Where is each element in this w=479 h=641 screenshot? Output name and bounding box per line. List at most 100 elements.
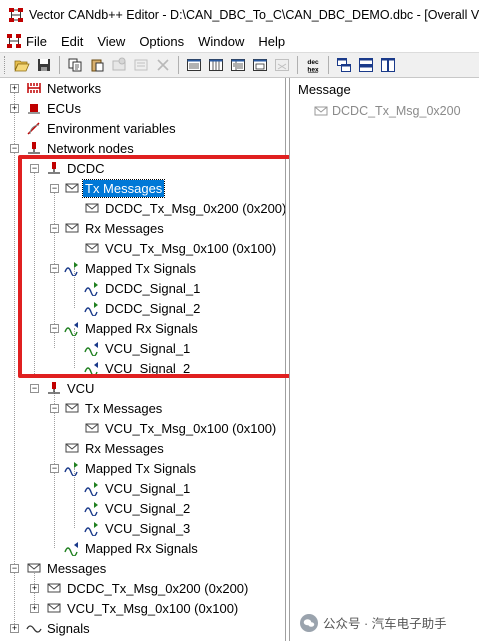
- dec-hex-button[interactable]: dec hex: [302, 54, 324, 76]
- collapse-dcdc-mapped-rx-button[interactable]: −: [50, 324, 59, 333]
- tree-item-dcdc-vcu-signal-2[interactable]: VCU_Signal_2: [84, 358, 192, 378]
- message-envelope-icon: [46, 600, 62, 616]
- tree-item-vcu-rx-messages[interactable]: Rx Messages: [64, 438, 166, 458]
- expand-ecus-button[interactable]: +: [10, 104, 19, 113]
- collapse-vcu-mapped-tx-button[interactable]: −: [50, 464, 59, 473]
- tree-item-environment-variables[interactable]: Environment variables: [26, 118, 178, 138]
- tree-label: Tx Messages: [85, 400, 163, 416]
- tree-item-networks[interactable]: Networks: [26, 78, 103, 98]
- tree-item-signals[interactable]: Signals: [26, 618, 92, 638]
- tile-vertical-button[interactable]: [377, 54, 399, 76]
- tree-item-vcu-tx-messages[interactable]: Tx Messages: [64, 398, 164, 418]
- tree-label: VCU_Signal_3: [105, 520, 191, 536]
- toolbar-grip[interactable]: [4, 56, 7, 74]
- signal-tx-icon: [84, 280, 100, 296]
- view-disabled-button[interactable]: [271, 54, 293, 76]
- tree-item-dcdc-mapped-tx-signals[interactable]: Mapped Tx Signals: [64, 258, 198, 278]
- paste-button[interactable]: [86, 54, 108, 76]
- tree-item-dcdc-rx-messages[interactable]: Rx Messages: [64, 218, 166, 238]
- document-system-icon[interactable]: [6, 33, 22, 49]
- delete-icon: [157, 59, 169, 71]
- message-envelope-icon: [84, 200, 100, 216]
- tree-item-ecus[interactable]: ECUs: [26, 98, 83, 118]
- message-list-item[interactable]: DCDC_Tx_Msg_0x200: [314, 104, 461, 118]
- tree-item-vcu-mapped-tx-signals[interactable]: Mapped Tx Signals: [64, 458, 198, 478]
- tree-item-message-dcdc[interactable]: DCDC_Tx_Msg_0x200 (0x200): [46, 578, 250, 598]
- tree-item-network-nodes[interactable]: Network nodes: [26, 138, 136, 158]
- collapse-network-nodes-button[interactable]: −: [10, 144, 19, 153]
- mapped-rx-signal-icon: [64, 320, 80, 336]
- expand-signals-button[interactable]: +: [10, 624, 19, 633]
- tree-label: DCDC: [67, 160, 105, 176]
- tree-item-message-vcu[interactable]: VCU_Tx_Msg_0x100 (0x100): [46, 598, 240, 618]
- save-button[interactable]: [33, 54, 55, 76]
- tree-item-vcu-mapped-rx-signals[interactable]: Mapped Rx Signals: [64, 538, 200, 558]
- paste-icon: [91, 59, 104, 72]
- tree-item-dcdc-vcu-signal-1[interactable]: VCU_Signal_1: [84, 338, 192, 358]
- expand-msg2-button[interactable]: +: [30, 604, 39, 613]
- tree-item-messages[interactable]: Messages: [26, 558, 108, 578]
- collapse-vcu-button[interactable]: −: [30, 384, 39, 393]
- menu-window[interactable]: Window: [191, 34, 251, 49]
- tree-item-dcdc-mapped-rx-signals[interactable]: Mapped Rx Signals: [64, 318, 200, 338]
- message-envelope-icon: [64, 220, 80, 236]
- delete-button[interactable]: [152, 54, 174, 76]
- signal-tx-icon: [84, 300, 100, 316]
- tree-label: Messages: [47, 560, 107, 576]
- overall-view-tree[interactable]: + Networks + ECUs Environment variables …: [0, 78, 286, 641]
- tree-item-dcdc-rx-msg[interactable]: VCU_Tx_Msg_0x100 (0x100): [84, 238, 278, 258]
- open-button[interactable]: [11, 54, 33, 76]
- cascade-button[interactable]: [333, 54, 355, 76]
- collapse-dcdc-rx-messages-button[interactable]: −: [50, 224, 59, 233]
- copy-button[interactable]: [64, 54, 86, 76]
- tree-label: Rx Messages: [85, 220, 164, 236]
- menu-help[interactable]: Help: [251, 34, 292, 49]
- properties-button[interactable]: [108, 54, 130, 76]
- toolbar: dec hex: [0, 52, 479, 78]
- signal-tx-icon: [84, 520, 100, 536]
- watermark-text: 公众号 · 汽车电子助手: [323, 617, 447, 631]
- dec-hex-icon: dec hex: [307, 59, 319, 73]
- tree-item-vcu-signal-1[interactable]: VCU_Signal_1: [84, 478, 192, 498]
- network-icon: [26, 80, 42, 96]
- collapse-messages-button[interactable]: −: [10, 564, 19, 573]
- expand-msg1-button[interactable]: +: [30, 584, 39, 593]
- edit-disabled-button[interactable]: [130, 54, 152, 76]
- open-icon: [14, 60, 30, 72]
- column-header-message[interactable]: Message: [298, 82, 351, 97]
- menu-file[interactable]: File: [26, 34, 54, 49]
- message-envelope-icon: [314, 106, 328, 116]
- tree-item-dcdc-signal-1[interactable]: DCDC_Signal_1: [84, 278, 202, 298]
- view-table-button[interactable]: [205, 54, 227, 76]
- tree-item-vcu-signal-3[interactable]: VCU_Signal_3: [84, 518, 192, 538]
- tree-label: VCU_Tx_Msg_0x100 (0x100): [67, 600, 239, 616]
- tree-item-dcdc-tx-msg[interactable]: DCDC_Tx_Msg_0x200 (0x200): [84, 198, 285, 218]
- tree-item-vcu-signal-2[interactable]: VCU_Signal_2: [84, 498, 192, 518]
- collapse-dcdc-mapped-tx-button[interactable]: −: [50, 264, 59, 273]
- menu-edit[interactable]: Edit: [54, 34, 90, 49]
- collapse-dcdc-button[interactable]: −: [30, 164, 39, 173]
- tree-label: Tx Messages: [81, 178, 166, 198]
- tree-item-vcu-tx-msg[interactable]: VCU_Tx_Msg_0x100 (0x100): [84, 418, 278, 438]
- view-detail-button[interactable]: [227, 54, 249, 76]
- collapse-vcu-tx-messages-button[interactable]: −: [50, 404, 59, 413]
- tree-item-node-vcu[interactable]: VCU: [46, 378, 96, 398]
- view-matrix-button[interactable]: [249, 54, 271, 76]
- copy-icon: [68, 58, 82, 72]
- tree-item-node-dcdc[interactable]: DCDC: [46, 158, 107, 178]
- menu-view[interactable]: View: [90, 34, 132, 49]
- toolbar-separator: [59, 56, 60, 74]
- tree-item-dcdc-tx-messages[interactable]: Tx Messages: [64, 178, 166, 198]
- cascade-icon: [337, 58, 351, 72]
- view-list-button[interactable]: [183, 54, 205, 76]
- tree-label: VCU_Signal_1: [105, 340, 191, 356]
- tile-horizontal-button[interactable]: [355, 54, 377, 76]
- message-list-panel[interactable]: Message DCDC_Tx_Msg_0x200: [289, 78, 479, 641]
- signal-tx-icon: [84, 480, 100, 496]
- expand-networks-button[interactable]: +: [10, 84, 19, 93]
- tree-item-dcdc-signal-2[interactable]: DCDC_Signal_2: [84, 298, 202, 318]
- message-envelope-icon: [64, 440, 80, 456]
- collapse-dcdc-tx-messages-button[interactable]: −: [50, 184, 59, 193]
- menu-options[interactable]: Options: [132, 34, 191, 49]
- tree-label: VCU_Signal_1: [105, 480, 191, 496]
